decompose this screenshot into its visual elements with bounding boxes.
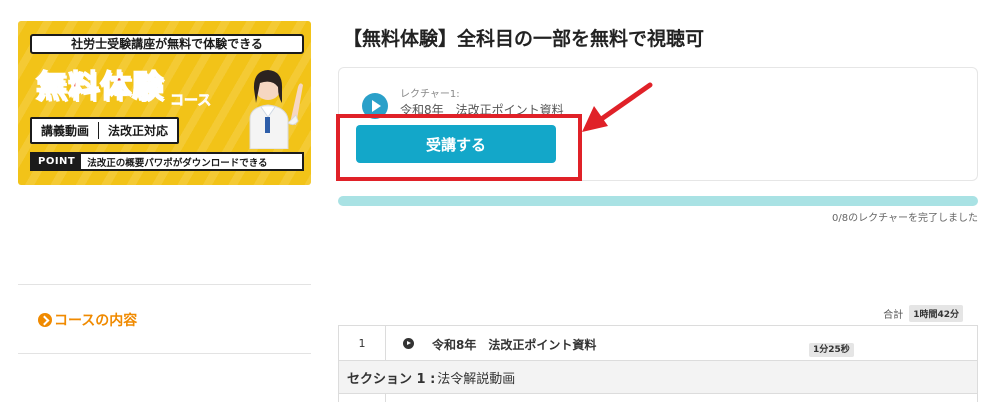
lecture-number	[339, 394, 386, 402]
chevron-right-icon	[38, 313, 52, 327]
duration-badge: 1分25秒	[809, 343, 854, 357]
banner-tag-video: 講義動画	[41, 124, 90, 138]
woman-illustration	[249, 70, 303, 149]
sidebar-item-label: コースの内容	[54, 313, 138, 329]
banner-point: POINT 法改正の概要パワポがダウンロードできる	[30, 152, 304, 171]
lecture-title: 令和8年 法改正ポイント資料	[432, 338, 597, 352]
pointer-arrow-icon	[582, 82, 653, 132]
course-banner: 社労士受験講座が無料で体験できる 無料体験 コース 講義動画 法改正対応 POI…	[18, 21, 311, 185]
highlight-box	[336, 114, 582, 181]
banner-tag-law: 法改正対応	[108, 124, 169, 138]
total-time-badge: 1時間42分	[909, 305, 963, 322]
play-icon	[403, 338, 414, 349]
total-label: 合計	[883, 310, 904, 321]
sidebar-item-course-content[interactable]: コースの内容	[38, 310, 137, 330]
banner-point-label: POINT	[32, 154, 82, 169]
sidebar-divider-top	[18, 284, 311, 285]
progress-bar	[338, 196, 978, 206]
banner-headline: 社労士受験講座が無料で体験できる	[30, 34, 304, 54]
section-name: 法令解説動画	[437, 371, 516, 387]
table-row[interactable]: 1 令和8年 法改正ポイント資料 1分25秒	[339, 326, 977, 361]
sidebar-divider-bottom	[18, 353, 311, 354]
curriculum-table: 1 令和8年 法改正ポイント資料 1分25秒 セクション 1 : 法令解説動画	[338, 325, 978, 402]
banner-sub-text: コース	[170, 93, 212, 110]
banner-tags: 講義動画 法改正対応	[30, 117, 180, 144]
table-row[interactable]	[339, 394, 977, 402]
total-duration: 合計 1時間42分	[883, 305, 963, 322]
lecture-label: レクチャー1:	[400, 89, 460, 100]
lecture-duration: 1分25秒	[809, 337, 854, 357]
lecture-number: 1	[339, 326, 386, 361]
progress-text: 0/8のレクチャーを完了しました	[832, 213, 978, 224]
section-label: セクション 1 :	[347, 371, 436, 387]
section-header: セクション 1 : 法令解説動画	[339, 361, 977, 394]
banner-main-text: 無料体験	[35, 68, 164, 106]
banner-point-text: 法改正の概要パワポがダウンロードできる	[87, 157, 268, 169]
course-title: 【無料体験】全科目の一部を無料で視聴可	[343, 28, 705, 50]
